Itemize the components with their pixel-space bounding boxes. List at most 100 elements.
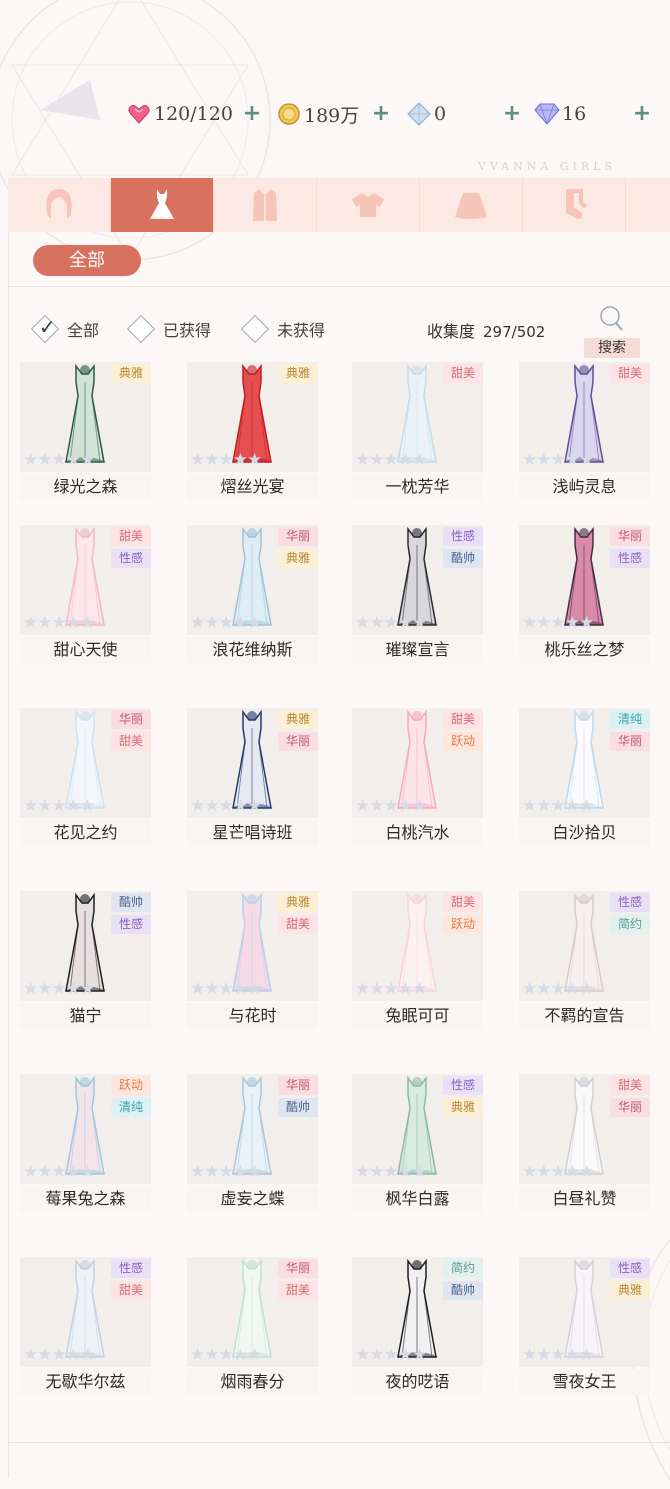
star-icon: ★ (564, 450, 580, 470)
add-gold-button[interactable]: + (369, 99, 393, 129)
add-stamina-button[interactable]: + (240, 99, 264, 129)
filter-not-owned[interactable]: 未获得 (240, 314, 326, 344)
outfit-card[interactable]: 华丽 甜美 ★ ★ ★ ★ ★ 烟雨春分 (187, 1257, 318, 1407)
star-icon: ★ (80, 613, 96, 633)
outfit-card[interactable]: 简约 酷帅 ★ ★ ★ ★ ★ 夜的呓语 (352, 1257, 483, 1407)
star-icon: ★ (204, 979, 220, 999)
style-tag: 性感 (610, 549, 650, 568)
star-icon: ★ (536, 613, 552, 633)
filter-owned-label: 已获得 (163, 321, 212, 340)
star-icon: ★ (579, 1345, 595, 1365)
style-tag: 甜美 (111, 732, 151, 751)
add-diamond-button[interactable]: + (630, 99, 654, 129)
collection-progress: 收集度 297/502 (427, 318, 545, 342)
outfit-name: 枫华白露 (352, 1186, 483, 1212)
star-icon: ★ (536, 796, 552, 816)
star-icon: ★ (247, 796, 263, 816)
outfit-card[interactable]: 华丽 典雅 ★ ★ ★ ★ ★ 浪花维纳斯 (187, 525, 318, 675)
outfit-card[interactable]: 甜美 跃动 ★ ★ ★ ★ ★ 兔眠可可 (352, 891, 483, 1041)
star-icon: ★ (383, 979, 399, 999)
rarity-stars: ★ ★ ★ ★ ★ (355, 613, 427, 633)
star-icon: ★ (232, 979, 248, 999)
filter-owned[interactable]: 已获得 (126, 314, 212, 344)
outfit-card[interactable]: 典雅 ★ ★ ★ ★ ★ 绿光之森 (20, 362, 151, 512)
outfit-card[interactable]: 华丽 酷帅 ★ ★ ★ ★ ★ 虚妄之蝶 (187, 1074, 318, 1224)
star-icon: ★ (383, 1162, 399, 1182)
star-icon: ★ (65, 613, 81, 633)
search-button[interactable]: 搜索 (584, 302, 640, 360)
star-icon: ★ (550, 1345, 566, 1365)
rarity-stars: ★ ★ ★ ★ ★ (190, 613, 262, 633)
style-tag: 甜美 (443, 710, 483, 729)
outfit-name: 花见之约 (20, 820, 151, 846)
star-icon: ★ (51, 613, 67, 633)
outfit-card[interactable]: 甜美 跃动 ★ ★ ★ ★ ★ 白桃汽水 (352, 708, 483, 858)
tab-hair[interactable] (8, 178, 111, 232)
outfit-card[interactable]: 性感 甜美 ★ ★ ★ ★ ★ 无歇华尔兹 (20, 1257, 151, 1407)
star-icon: ★ (80, 450, 96, 470)
tab-coat[interactable] (214, 178, 317, 232)
outfit-card[interactable]: 甜美 华丽 ★ ★ ★ ★ ★ 白昼礼赞 (519, 1074, 650, 1224)
filter-all[interactable]: 全部 (30, 314, 99, 344)
filter-not-owned-label: 未获得 (277, 321, 326, 340)
outfit-card[interactable]: 清纯 华丽 ★ ★ ★ ★ ★ 白沙拾贝 (519, 708, 650, 858)
style-tag: 跃动 (443, 732, 483, 751)
rarity-stars: ★ ★ ★ ★ ★ (355, 796, 427, 816)
style-tag: 华丽 (111, 710, 151, 729)
star-icon: ★ (218, 979, 234, 999)
outfit-card[interactable]: 甜美 ★ ★ ★ ★ ★ 一枕芳华 (352, 362, 483, 512)
rarity-stars: ★ ★ ★ ★ ★ (355, 979, 427, 999)
star-icon: ★ (51, 979, 67, 999)
outfit-name: 莓果兔之森 (20, 1186, 151, 1212)
outfit-name: 璀璨宣言 (352, 637, 483, 663)
brand-watermark: VVANNA GIRLS (478, 160, 617, 173)
gold-counter: 189万 (276, 96, 359, 132)
star-icon: ★ (204, 450, 220, 470)
outfit-card[interactable]: 性感 简约 ★ ★ ★ ★ ★ 不羁的宣告 (519, 891, 650, 1041)
rarity-stars: ★ ★ ★ ★ ★ (522, 1162, 594, 1182)
style-tag: 性感 (610, 1259, 650, 1278)
outfit-card[interactable]: 性感 典雅 ★ ★ ★ ★ ★ 枫华白露 (352, 1074, 483, 1224)
tab-top[interactable] (317, 178, 420, 232)
star-icon: ★ (522, 979, 538, 999)
subcategory-all-pill[interactable]: 全部 (33, 245, 141, 276)
add-crystal-button[interactable]: + (500, 99, 524, 129)
tab-skirt[interactable] (420, 178, 523, 232)
outfit-card[interactable]: 典雅 ★ ★ ★ ★ ★ 熠丝光宴 (187, 362, 318, 512)
star-icon: ★ (355, 1345, 371, 1365)
outfit-card[interactable]: 华丽 性感 ★ ★ ★ ★ ★ 桃乐丝之梦 (519, 525, 650, 675)
style-tag: 华丽 (610, 1098, 650, 1117)
outfit-card[interactable]: 典雅 华丽 ★ ★ ★ ★ ★ 星芒唱诗班 (187, 708, 318, 858)
style-tag: 甜美 (443, 364, 483, 383)
star-icon: ★ (218, 796, 234, 816)
star-icon: ★ (579, 450, 595, 470)
outfit-card[interactable]: 华丽 甜美 ★ ★ ★ ★ ★ 花见之约 (20, 708, 151, 858)
gold-value: 189万 (304, 104, 360, 127)
outfit-card[interactable]: 跃动 清纯 ★ ★ ★ ★ ★ 莓果兔之森 (20, 1074, 151, 1224)
outfit-name: 猫宁 (20, 1003, 151, 1029)
tab-socks[interactable] (523, 178, 626, 232)
star-icon: ★ (355, 1162, 371, 1182)
style-tag: 性感 (111, 1259, 151, 1278)
style-tag: 性感 (443, 527, 483, 546)
star-icon: ★ (550, 796, 566, 816)
star-icon: ★ (65, 450, 81, 470)
resource-bar: 120/120 189万 0 16 (0, 96, 670, 132)
outfit-name: 浪花维纳斯 (187, 637, 318, 663)
tab-dress[interactable] (111, 178, 214, 232)
tab-more[interactable] (626, 178, 670, 232)
star-icon: ★ (247, 1162, 263, 1182)
style-tag: 甜美 (278, 1281, 318, 1300)
outfit-card[interactable]: 典雅 甜美 ★ ★ ★ ★ ★ 与花时 (187, 891, 318, 1041)
star-icon: ★ (51, 1345, 67, 1365)
skirt-icon (455, 193, 487, 219)
star-icon: ★ (536, 450, 552, 470)
search-label: 搜索 (584, 338, 640, 358)
outfit-card[interactable]: 性感 酷帅 ★ ★ ★ ★ ★ 璀璨宣言 (352, 525, 483, 675)
outfit-card[interactable]: 酷帅 性感 ★ ★ ★ ★ ★ 猫宁 (20, 891, 151, 1041)
outfit-card[interactable]: 甜美 性感 ★ ★ ★ ★ ★ 甜心天使 (20, 525, 151, 675)
checkbox-icon (126, 314, 156, 344)
outfit-card[interactable]: 性感 典雅 ★ ★ ★ ★ ★ 雪夜女王 (519, 1257, 650, 1407)
outfit-card[interactable]: 甜美 ★ ★ ★ ★ ★ 浅屿灵息 (519, 362, 650, 512)
crystal-counter: 0 (406, 96, 446, 132)
